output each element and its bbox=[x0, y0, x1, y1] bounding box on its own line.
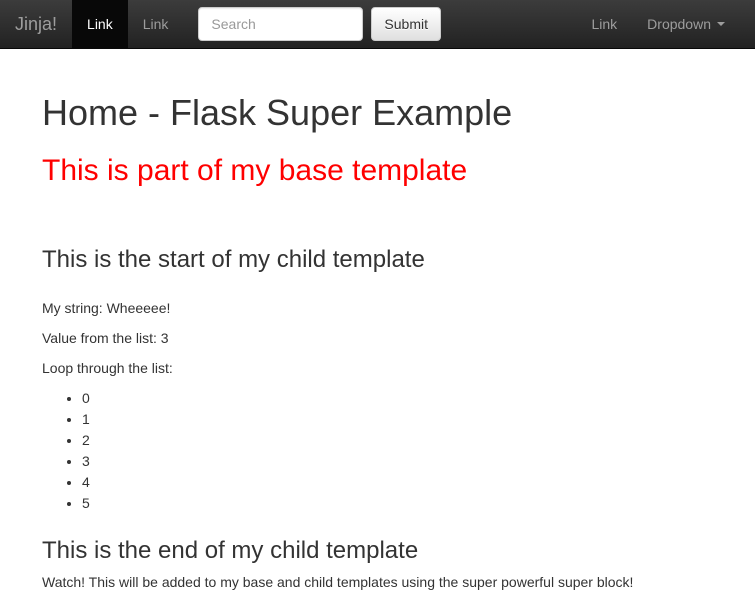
navbar-search-form: Submit bbox=[183, 0, 456, 48]
nav-item-link-1[interactable]: Link bbox=[72, 0, 128, 48]
child-end-heading: This is the end of my child template bbox=[42, 534, 713, 568]
list-item: 3 bbox=[82, 451, 713, 472]
nav-link-2[interactable]: Link bbox=[128, 0, 184, 48]
list-value: 3 bbox=[161, 330, 169, 346]
super-block-text: Watch! This will be added to my base and… bbox=[42, 572, 713, 592]
search-input[interactable] bbox=[198, 7, 363, 41]
nav-dropdown-toggle[interactable]: Dropdown bbox=[632, 0, 740, 48]
list-item: 1 bbox=[82, 409, 713, 430]
list-item: 2 bbox=[82, 430, 713, 451]
submit-button[interactable]: Submit bbox=[371, 7, 441, 41]
string-line-label: My string: bbox=[42, 300, 107, 316]
main-container: Home - Flask Super Example This is part … bbox=[0, 87, 755, 592]
navbar-left: Link Link bbox=[72, 0, 183, 48]
nav-right-link[interactable]: Link bbox=[576, 0, 632, 48]
base-template-heading: This is part of my base template bbox=[42, 150, 713, 193]
list-value-line: Value from the list: 3 bbox=[42, 328, 713, 348]
nav-item-right-link[interactable]: Link bbox=[576, 0, 632, 48]
child-start-heading: This is the start of my child template bbox=[42, 243, 713, 277]
loop-list: 0 1 2 3 4 5 bbox=[42, 388, 713, 514]
list-item: 0 bbox=[82, 388, 713, 409]
loop-label: Loop through the list: bbox=[42, 358, 713, 378]
list-item: 4 bbox=[82, 472, 713, 493]
navbar-right: Link Dropdown bbox=[576, 0, 740, 48]
string-line: My string: Wheeeee! bbox=[42, 298, 713, 318]
navbar-brand[interactable]: Jinja! bbox=[0, 0, 72, 48]
dropdown-label: Dropdown bbox=[647, 14, 711, 34]
page-title: Home - Flask Super Example bbox=[42, 87, 713, 138]
list-value-label: Value from the list: bbox=[42, 330, 161, 346]
list-item: 5 bbox=[82, 493, 713, 514]
chevron-down-icon bbox=[717, 22, 725, 26]
string-line-value: Wheeeee! bbox=[107, 300, 171, 316]
nav-item-dropdown[interactable]: Dropdown bbox=[632, 0, 740, 48]
navbar: Jinja! Link Link Submit Link Dropdown bbox=[0, 0, 755, 49]
nav-item-link-2[interactable]: Link bbox=[128, 0, 184, 48]
nav-link-1[interactable]: Link bbox=[72, 0, 128, 48]
